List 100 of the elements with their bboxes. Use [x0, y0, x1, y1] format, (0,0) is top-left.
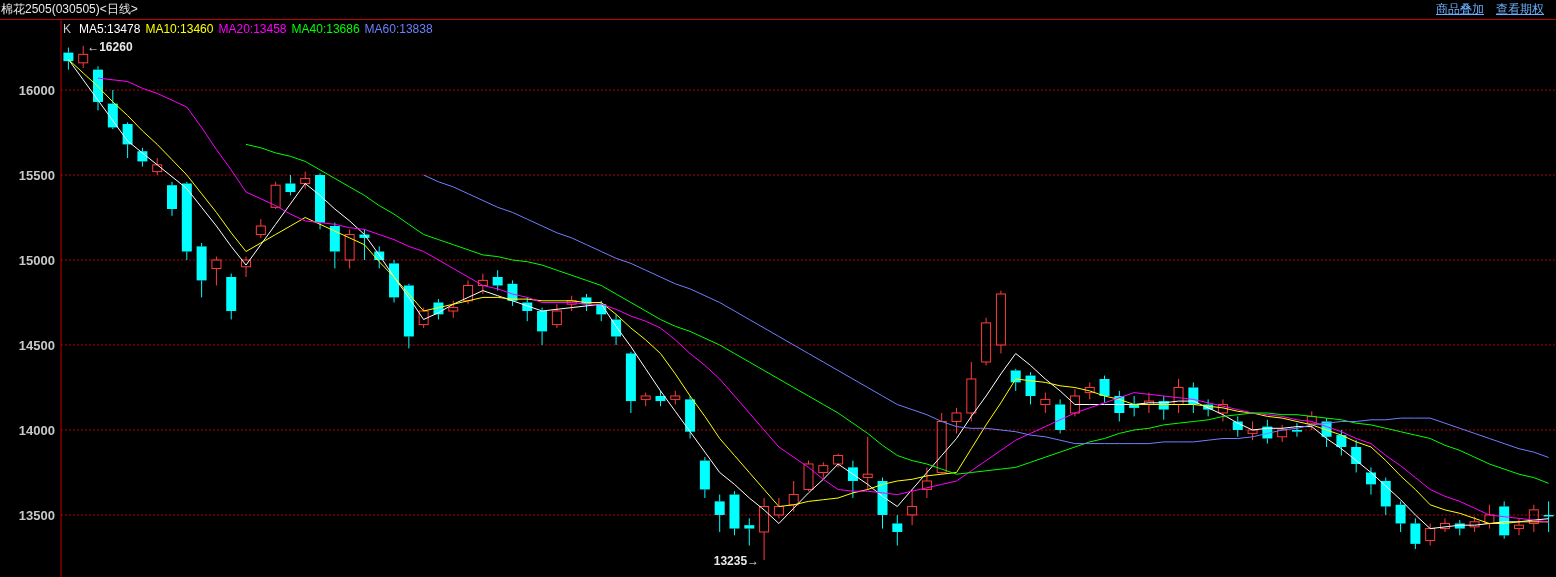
- candlestick: [1395, 500, 1406, 533]
- candlestick: [1366, 466, 1376, 496]
- candlestick: [507, 279, 518, 307]
- candlestick: [1217, 398, 1228, 422]
- candlestick: [389, 259, 400, 303]
- candlestick: [403, 283, 414, 349]
- candlestick: [847, 460, 858, 499]
- candlestick: [1440, 517, 1450, 533]
- candlestick: [107, 89, 118, 130]
- candlestick: [1232, 415, 1243, 438]
- candlestick: [1543, 500, 1554, 533]
- candlestick: [1380, 477, 1391, 516]
- candlestick: [744, 517, 755, 547]
- candlestick: [995, 290, 1006, 354]
- candlestick: [300, 171, 311, 190]
- candlestick: [211, 256, 222, 286]
- candlestick: [1025, 371, 1036, 405]
- candlestick: [1528, 504, 1539, 533]
- candlestick: [1484, 504, 1495, 530]
- candlestick: [1514, 517, 1524, 536]
- candlestick: [566, 295, 577, 312]
- candlestick: [685, 395, 696, 439]
- candlestick: [966, 361, 977, 422]
- candlestick: [877, 477, 888, 530]
- y-axis-label: 15000: [18, 253, 55, 268]
- legend-item: MA40:13686: [291, 22, 360, 36]
- candlestick: [241, 256, 252, 278]
- candlestick: [463, 279, 474, 305]
- candlestick: [1069, 388, 1080, 417]
- candlestick: [1173, 378, 1184, 414]
- candlestick: [1454, 519, 1465, 536]
- candlestick: [1188, 381, 1199, 414]
- legend-item: MA20:13458: [218, 22, 287, 36]
- candlestick: [1084, 381, 1095, 400]
- candlestick: [729, 490, 740, 536]
- candlestick: [477, 273, 488, 295]
- candlestick: [285, 174, 296, 196]
- candlestick: [78, 45, 89, 69]
- candlestick: [122, 121, 133, 159]
- legend-label: K: [63, 22, 71, 36]
- candlestick: [1129, 395, 1140, 417]
- candlestick: [93, 65, 103, 111]
- candlestick: [167, 181, 177, 217]
- candlestick: [537, 307, 548, 346]
- candlestick: [596, 300, 607, 322]
- candlestick: [773, 497, 784, 519]
- candlestick: [655, 390, 666, 407]
- candlestick: [670, 390, 681, 405]
- candlestick: [137, 147, 148, 167]
- candlestick: [640, 392, 651, 407]
- candlestick: [951, 407, 962, 434]
- candlestick: [1010, 368, 1021, 392]
- candlestick: [433, 298, 444, 320]
- candlestick: [1158, 395, 1169, 421]
- y-axis-label: 13500: [18, 507, 55, 523]
- candlestick: [936, 412, 947, 475]
- candlestick: [1262, 419, 1273, 445]
- header-link[interactable]: 查看期权: [1496, 1, 1544, 18]
- candlestick: [625, 351, 636, 414]
- candlestick: [1055, 398, 1066, 434]
- price-marker-label: 13235→: [713, 554, 760, 568]
- candlestick: [611, 313, 622, 346]
- candlestick: [892, 514, 903, 547]
- candlestick: [374, 245, 385, 269]
- candlestick: [833, 453, 844, 468]
- candlestick: [1277, 424, 1288, 443]
- candlestick: [1040, 392, 1051, 414]
- candlestick: [551, 303, 562, 329]
- candlestick: [1306, 410, 1317, 431]
- candlestick: [759, 497, 770, 561]
- y-axis-label: 14500: [18, 338, 55, 353]
- candlestick: [1336, 429, 1347, 456]
- candlestick: [1499, 500, 1510, 540]
- candlestick: [862, 436, 873, 490]
- legend-item: MA5:13478: [79, 22, 141, 36]
- candlestick: [344, 228, 355, 269]
- candlestick: [803, 460, 814, 492]
- candlestick: [581, 293, 592, 312]
- y-axis-label: 14000: [18, 422, 55, 438]
- candlestick: [359, 228, 370, 261]
- candlestick: [818, 461, 829, 479]
- candlestick: [1114, 390, 1125, 422]
- candlestick: [492, 269, 503, 292]
- candlestick: [329, 222, 340, 269]
- candlestick: [1143, 392, 1154, 414]
- candlestick: [981, 317, 992, 366]
- candlestick: [255, 218, 266, 239]
- header-link[interactable]: 商品叠加: [1436, 1, 1484, 18]
- window-title: 棉花2505(030505)<日线>: [1, 1, 138, 18]
- legend-item: MA10:13460: [145, 22, 214, 36]
- candlestick: [788, 480, 799, 513]
- candlestick: [315, 172, 326, 230]
- candlestick: [152, 157, 163, 176]
- candlestick: [1099, 375, 1110, 404]
- candlestick: [270, 181, 281, 210]
- candlestick: [1469, 516, 1480, 533]
- candlestick: [1291, 422, 1302, 438]
- candlestick: [714, 494, 725, 533]
- candlestick: [1410, 517, 1421, 550]
- candlestick: [921, 466, 932, 499]
